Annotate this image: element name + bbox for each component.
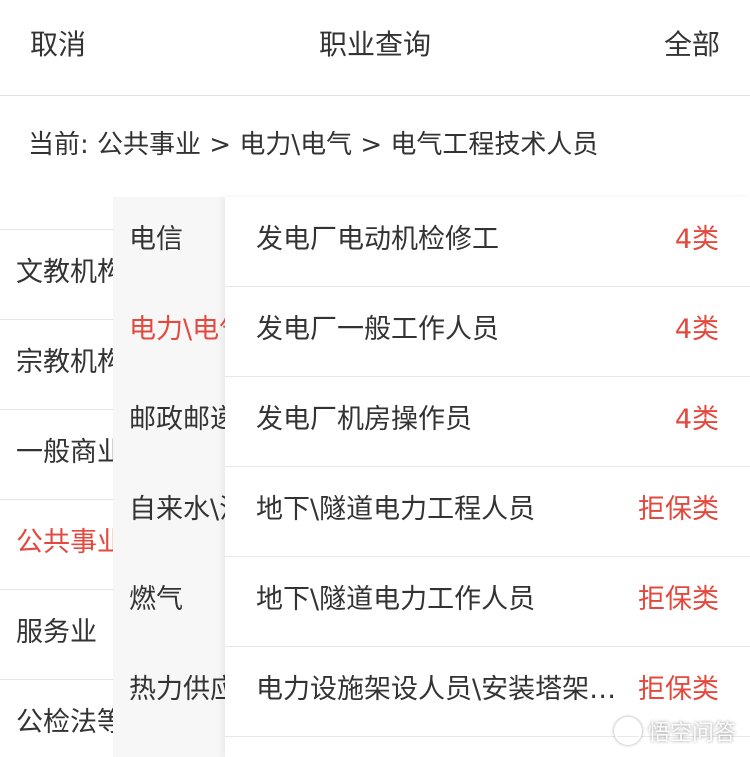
- level1-item-label: 文教机构: [16, 257, 113, 288]
- level2-category-list: 电信 电力\电气 邮政邮递 自来水\污水 燃气 热力供应: [113, 197, 225, 757]
- risk-category-label: 拒保类: [638, 674, 719, 705]
- risk-category-label: 拒保类: [638, 584, 719, 615]
- level2-item[interactable]: 热力供应: [113, 647, 225, 737]
- level2-item-selected[interactable]: 电力\电气: [113, 287, 225, 377]
- level1-item[interactable]: 服务业: [0, 590, 113, 680]
- level2-item-label: 燃气: [129, 584, 183, 615]
- level1-item[interactable]: 一般商业: [0, 410, 113, 500]
- top-bar: 取消 职业查询 全部: [0, 0, 750, 96]
- level1-item[interactable]: 宗教机构: [0, 320, 113, 410]
- occupation-list: 发电厂电动机检修工 4类 发电厂一般工作人员 4类 发电厂机房操作员 4类 地下…: [225, 197, 750, 757]
- breadcrumb-text: 当前: 公共事业 > 电力\电气 > 电气工程技术人员: [28, 130, 599, 160]
- level2-item-label: 热力供应: [129, 674, 225, 705]
- level1-item[interactable]: 旅馆: [0, 197, 113, 230]
- occupation-name: 电力设施架设人员\安装塔架人员: [256, 674, 626, 705]
- level2-item[interactable]: 电信: [113, 197, 225, 287]
- level1-category-list: 旅馆 文教机构 宗教机构 一般商业 公共事业 服务业 公检法等: [0, 197, 113, 757]
- level1-item-label: 公检法等: [16, 707, 113, 738]
- page-title: 职业查询: [318, 28, 431, 61]
- occupation-row[interactable]: 发电厂一般工作人员 4类: [225, 287, 750, 377]
- level2-item[interactable]: 燃气: [113, 557, 225, 647]
- level2-item-label: 电力\电气: [129, 314, 225, 345]
- occupation-name: 发电厂一般工作人员: [256, 314, 499, 345]
- level1-item[interactable]: 公检法等: [0, 680, 113, 757]
- level2-item-label: 电信: [129, 224, 183, 255]
- risk-category-label: 4类: [674, 404, 719, 435]
- risk-category-label: 4类: [674, 314, 719, 345]
- all-button[interactable]: 全部: [664, 27, 720, 63]
- occupation-name: 地下\隧道电力工程人员: [256, 494, 536, 525]
- watermark-text: 悟空问答: [647, 721, 736, 746]
- wukong-logo-icon: [613, 717, 642, 745]
- level1-item-label: 公共事业: [16, 527, 113, 558]
- occupation-name: 地下\隧道电力工作人员: [256, 584, 536, 615]
- level1-item-label: 一般商业: [16, 437, 113, 468]
- occupation-row[interactable]: 发电厂电动机检修工 4类: [225, 197, 750, 287]
- occupation-name: 发电厂电动机检修工: [256, 224, 499, 255]
- occupation-name: 发电厂机房操作员: [256, 404, 472, 435]
- level2-item-label: 邮政邮递: [129, 404, 225, 435]
- occupation-row[interactable]: 地下\隧道电力工作人员 拒保类: [225, 557, 750, 647]
- occupation-row[interactable]: 地下\隧道电力工程人员 拒保类: [225, 467, 750, 557]
- level2-item[interactable]: 邮政邮递: [113, 377, 225, 467]
- risk-category-label: 4类: [674, 224, 719, 255]
- watermark: 悟空问答: [613, 715, 736, 747]
- level2-item[interactable]: 自来水\污水: [113, 467, 225, 557]
- breadcrumb: 当前: 公共事业 > 电力\电气 > 电气工程技术人员: [0, 97, 750, 197]
- level1-item-label: 宗教机构: [16, 347, 113, 378]
- risk-category-label: 拒保类: [638, 494, 719, 525]
- level1-item-selected[interactable]: 公共事业: [0, 500, 113, 590]
- level1-item-label: 服务业: [16, 617, 97, 648]
- occupation-row[interactable]: 发电厂机房操作员 4类: [225, 377, 750, 467]
- level1-item[interactable]: 文教机构: [0, 230, 113, 320]
- level2-item-label: 自来水\污水: [129, 494, 225, 525]
